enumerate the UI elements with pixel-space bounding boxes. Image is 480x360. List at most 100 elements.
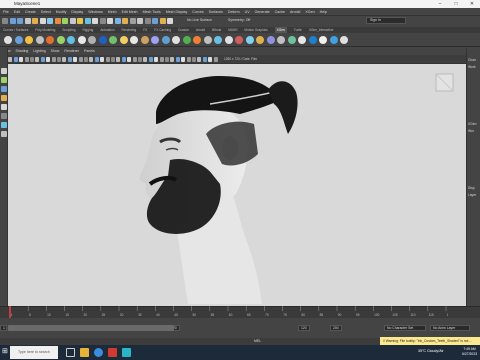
toolbox-tool-icon[interactable] [1,104,7,110]
file-explorer-icon[interactable] [80,348,89,357]
panel-toolbar-icon[interactable] [19,56,24,62]
weather-widget[interactable]: 35°C Cloudy/Air [418,349,444,353]
menu-xgen[interactable]: XGen [305,10,314,14]
menu-cache[interactable]: Cache [275,10,285,14]
menu-edit[interactable]: Edit [14,10,20,14]
status-tool-icon[interactable] [99,18,106,24]
panel-toolbar-icon[interactable] [13,56,18,62]
panel-toolbar-icon[interactable] [67,56,72,62]
shelf-tool-icon[interactable] [298,36,306,44]
range-slider-handle[interactable] [8,325,174,331]
menu-uv[interactable]: UV [245,10,250,14]
panel-toolbar-icon[interactable] [197,56,202,62]
minimize-button[interactable]: – [432,0,448,8]
viewport-3d[interactable] [0,64,466,306]
shelf-tool-icon[interactable] [56,36,65,44]
status-tool-icon[interactable] [9,18,16,24]
shelf-tool-icon[interactable] [224,36,233,44]
close-button[interactable]: ✕ [464,0,480,8]
shelf-tool-icon[interactable] [193,36,201,44]
panel-toolbar-icon[interactable] [159,56,164,62]
menu-mesh[interactable]: Mesh [108,10,117,14]
shelf-tool-icon[interactable] [109,36,117,44]
right-panel-label[interactable]: Layer [467,193,480,198]
no-live-surface-label[interactable]: No Live Surface [187,18,212,22]
panel-toolbar-icon[interactable] [73,56,78,62]
menu-windows[interactable]: Windows [88,10,103,14]
panel-menu-renderer[interactable]: Renderer [64,48,79,55]
menu-help[interactable]: Help [320,10,327,14]
right-panel-label[interactable]: Chan [467,58,480,63]
menu-mesh-display[interactable]: Mesh Display [166,10,188,14]
toolbox-tool-icon[interactable] [1,68,7,74]
status-tool-icon[interactable] [47,18,53,24]
menu-mesh-tools[interactable]: Mesh Tools [143,10,161,14]
panel-toolbar-icon[interactable] [89,56,94,62]
right-panel-label[interactable]: XGen [467,122,480,127]
status-tool-icon[interactable] [69,18,76,24]
panel-toolbar-icon[interactable] [213,56,218,62]
toolbox-tool-icon[interactable] [1,77,7,83]
status-tool-icon[interactable] [32,18,38,24]
menu-surfaces[interactable]: Surfaces [209,10,223,14]
status-tool-icon[interactable] [122,18,128,24]
shelf-tool-icon[interactable] [161,36,170,44]
toolbox-tool-icon[interactable] [1,131,7,137]
panel-toolbar-icon[interactable] [46,56,51,62]
menu-modify[interactable]: Modify [56,10,67,14]
sign-in-dropdown[interactable]: Sign In [366,17,406,24]
system-clock[interactable]: 7:49 AM 6/27/2023 [462,347,477,357]
panel-toolbar-icon[interactable] [30,56,34,62]
shelf-tool-icon[interactable] [67,36,75,44]
panel-toolbar-icon[interactable] [51,56,56,62]
maya-taskbar-icon[interactable] [122,348,131,357]
panel-toolbar-icon[interactable] [132,56,137,62]
shelf-tool-icon[interactable] [340,36,348,44]
status-tool-icon[interactable] [137,18,143,24]
character-set-dropdown[interactable]: No Character Set [384,325,426,331]
current-time-marker[interactable] [9,306,11,318]
panel-toolbar-icon[interactable] [100,56,105,62]
view-cube-icon[interactable] [435,73,454,92]
anim-layer-dropdown[interactable]: No Anim Layer [430,325,470,331]
panel-toolbar-icon[interactable] [138,56,142,62]
shelf-tool-icon[interactable] [77,36,86,44]
status-tool-icon[interactable] [24,18,31,24]
panel-toolbar-icon[interactable] [154,56,159,62]
shelf-tool-icon[interactable] [214,36,222,44]
status-tool-icon[interactable] [144,18,151,24]
opera-icon[interactable] [108,348,117,357]
status-tool-icon[interactable] [39,18,46,24]
shelf-tool-icon[interactable] [130,36,138,44]
shelf-tool-icon[interactable] [203,36,212,44]
panel-toolbar-icon[interactable] [116,56,121,62]
panel-toolbar-icon[interactable] [181,56,186,62]
maximize-button[interactable]: □ [448,0,464,8]
panel-toolbar-icon[interactable] [127,56,132,62]
shelf-tool-icon[interactable] [46,36,54,44]
status-tool-icon[interactable] [2,18,8,24]
panel-toolbar-icon[interactable] [170,56,175,62]
panel-toolbar-icon[interactable] [202,56,207,62]
panel-toolbar-icon[interactable] [165,56,169,62]
shelf-tool-icon[interactable] [235,36,243,44]
panel-toolbar-icon[interactable] [24,56,29,62]
panel-toolbar-icon[interactable] [84,56,88,62]
menu-arnold[interactable]: Arnold [290,10,300,14]
symmetry-dropdown[interactable]: Symmetry: Off [228,18,250,22]
shelf-tool-icon[interactable] [287,36,296,44]
shelf-tool-icon[interactable] [25,36,33,44]
panel-toolbar-icon[interactable] [40,56,45,62]
range-start-field[interactable]: 1 [0,325,7,331]
shelf-tool-icon[interactable] [256,36,264,44]
shelf-tool-icon[interactable] [98,36,107,44]
chrome-icon[interactable] [94,348,103,357]
status-tool-icon[interactable] [84,18,91,24]
panel-toolbar-icon[interactable] [175,56,180,62]
menu-edit-mesh[interactable]: Edit Mesh [122,10,138,14]
shelf-tool-icon[interactable] [172,36,180,44]
shelf-tool-icon[interactable] [140,36,149,44]
panel-toolbar-icon[interactable] [57,56,61,62]
status-tool-icon[interactable] [152,18,158,24]
shelf-tool-icon[interactable] [88,36,96,44]
